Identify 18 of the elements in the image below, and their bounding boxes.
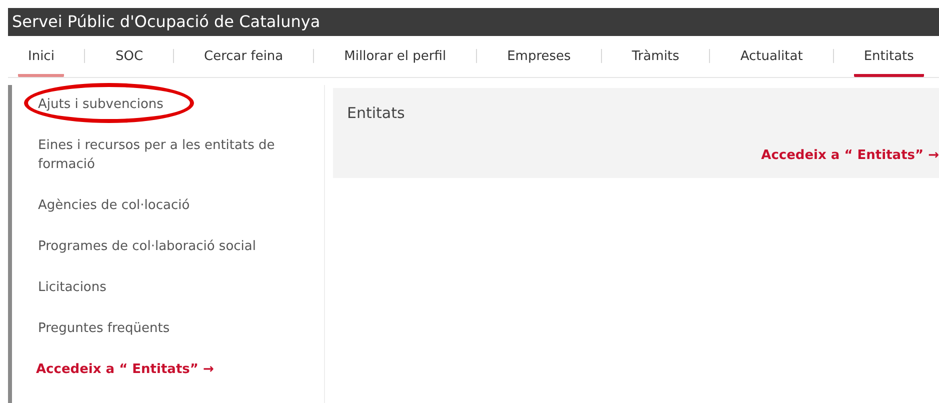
nav-tab[interactable]: Entitats — [854, 46, 924, 77]
nav-tab[interactable]: Cercar feina — [194, 46, 294, 77]
site-title: Servei Públic d'Ocupació de Catalunya — [12, 11, 320, 33]
sidebar-link[interactable]: Eines i recursos per a les entitats de formació — [38, 136, 288, 174]
entitats-link[interactable]: Accedeix a “ Entitats” → — [761, 146, 939, 165]
nav-tab[interactable]: SOC — [105, 46, 154, 77]
nav-tab[interactable]: Empreses — [497, 46, 581, 77]
nav-tab[interactable]: Actualitat — [730, 46, 813, 77]
entitats-link[interactable]: Accedeix a “ Entitats” → — [36, 360, 214, 380]
sidebar-link[interactable]: Programes de col·laboració social — [38, 237, 288, 256]
nav-tab[interactable]: Tràmits — [622, 46, 690, 77]
sidebar-link[interactable]: Ajuts i subvencions — [38, 95, 288, 114]
sidebar-link[interactable]: Preguntes freqüents — [38, 319, 288, 338]
sidebar-link[interactable]: Licitacions — [38, 278, 288, 297]
nav-tab[interactable]: Inici — [18, 46, 64, 77]
nav-tab[interactable]: Millorar el perfil — [334, 46, 456, 77]
card-title: Entitats — [347, 103, 405, 124]
sidebar-link[interactable]: Agències de col·locació — [38, 196, 288, 215]
